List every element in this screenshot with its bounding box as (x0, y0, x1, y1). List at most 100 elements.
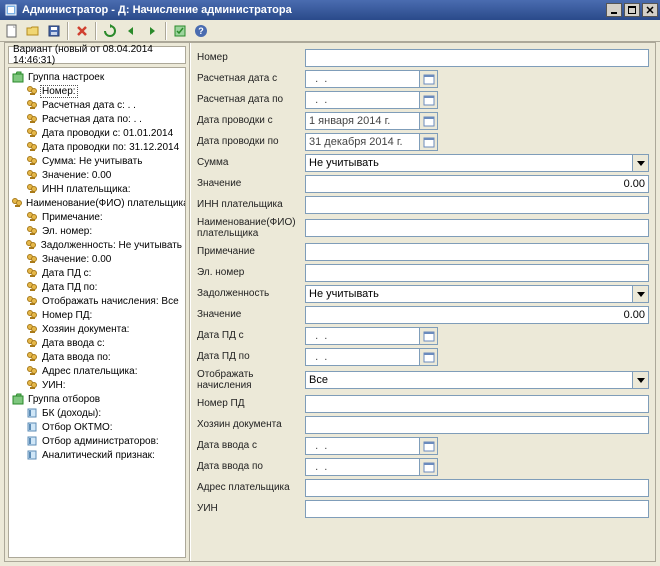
datapd-s-input[interactable] (305, 327, 420, 345)
tree-icon (25, 155, 39, 167)
toolbar-open-button[interactable] (23, 21, 43, 41)
tree-node[interactable]: Дата проводки с: 01.01.2014 (9, 126, 185, 140)
tree-node[interactable]: Дата ПД по: (9, 280, 185, 294)
fio-input[interactable] (305, 219, 649, 237)
tree-icon (25, 113, 39, 125)
tree-icon (25, 127, 39, 139)
calendar-icon[interactable] (420, 458, 438, 476)
chevron-down-icon[interactable] (633, 154, 649, 172)
tree-node[interactable]: Расчетная дата по: . . (9, 112, 185, 126)
otobr-combo[interactable] (305, 371, 633, 389)
datapd-po-label: Дата ПД по (197, 351, 305, 362)
tree-icon (11, 393, 25, 405)
tree-node[interactable]: Дата ввода с: (9, 336, 185, 350)
tree-label: Задолженность: Не учитывать (40, 240, 183, 251)
uin-label: УИН (197, 503, 305, 514)
tree-label: Адрес плательщика: (41, 366, 139, 377)
znach1-label: Значение (197, 178, 305, 189)
znach2-label: Значение (197, 309, 305, 320)
tree-node[interactable]: Примечание: (9, 210, 185, 224)
tree-node[interactable]: Дата ПД с: (9, 266, 185, 280)
tree-node[interactable]: Номер: (9, 84, 185, 98)
tree-node[interactable]: Аналитический признак: (9, 448, 185, 462)
vvod-s-input[interactable] (305, 437, 420, 455)
tree-node[interactable]: Группа отборов (9, 392, 185, 406)
calendar-icon[interactable] (420, 133, 438, 151)
tree-node[interactable]: Эл. номер: (9, 224, 185, 238)
enomer-input[interactable] (305, 264, 649, 282)
toolbar-save-button[interactable] (44, 21, 64, 41)
summa-combo[interactable] (305, 154, 633, 172)
calendar-icon[interactable] (420, 112, 438, 130)
provodka-po-input[interactable] (305, 133, 420, 151)
nomer-input[interactable] (305, 49, 649, 67)
tree-node[interactable]: Наименование(ФИО) плательщика: (9, 196, 185, 210)
chevron-down-icon[interactable] (633, 371, 649, 389)
toolbar-delete-button[interactable] (72, 21, 92, 41)
datapd-po-input[interactable] (305, 348, 420, 366)
calendar-icon[interactable] (420, 348, 438, 366)
raschet-po-input[interactable] (305, 91, 420, 109)
toolbar-new-button[interactable] (2, 21, 22, 41)
tree-node[interactable]: ИНН плательщика: (9, 182, 185, 196)
minimize-button[interactable] (606, 3, 622, 17)
toolbar-next-button[interactable] (142, 21, 162, 41)
tree-icon (25, 169, 39, 181)
tree-icon (25, 449, 39, 461)
provodka-s-label: Дата проводки с (197, 115, 305, 126)
chevron-down-icon[interactable] (633, 285, 649, 303)
tree-icon (25, 253, 39, 265)
toolbar-prev-button[interactable] (121, 21, 141, 41)
tree-node[interactable]: Отображать начисления: Все (9, 294, 185, 308)
toolbar-export-button[interactable] (170, 21, 190, 41)
inn-input[interactable] (305, 196, 649, 214)
tree-node[interactable]: Адрес плательщика: (9, 364, 185, 378)
tree-node[interactable]: УИН: (9, 378, 185, 392)
prim-input[interactable] (305, 243, 649, 261)
tree-node[interactable]: Хозяин документа: (9, 322, 185, 336)
client-area: Вариант (новый от 08.04.2014 14:46:31) Г… (4, 42, 656, 562)
tree-node[interactable]: Расчетная дата с: . . (9, 98, 185, 112)
hozyain-input[interactable] (305, 416, 649, 434)
tree-label: Группа настроек (27, 72, 105, 83)
znach2-input[interactable] (305, 306, 649, 324)
tree-node[interactable]: Номер ПД: (9, 308, 185, 322)
tree-label: Значение: 0.00 (41, 254, 112, 265)
tree-icon (25, 211, 39, 223)
datapd-s-label: Дата ПД с (197, 330, 305, 341)
variant-field[interactable]: Вариант (новый от 08.04.2014 14:46:31) (8, 46, 186, 64)
nomer-label: Номер (197, 52, 305, 63)
settings-tree[interactable]: Группа настроекНомер: Расчетная дата с: .… (8, 67, 186, 558)
tree-label: Хозяин документа: (41, 324, 130, 335)
zadol-combo[interactable] (305, 285, 633, 303)
calendar-icon[interactable] (420, 437, 438, 455)
nomerpd-input[interactable] (305, 395, 649, 413)
maximize-button[interactable] (624, 3, 640, 17)
tree-label: Дата ПД по: (41, 282, 98, 293)
vvod-po-input[interactable] (305, 458, 420, 476)
raschet-s-input[interactable] (305, 70, 420, 88)
adres-input[interactable] (305, 479, 649, 497)
close-button[interactable] (642, 3, 658, 17)
tree-node[interactable]: Группа настроек (9, 70, 185, 84)
calendar-icon[interactable] (420, 91, 438, 109)
tree-node[interactable]: БК (доходы): (9, 406, 185, 420)
znach1-input[interactable] (305, 175, 649, 193)
toolbar-help-button[interactable]: ? (191, 21, 211, 41)
provodka-s-input[interactable] (305, 112, 420, 130)
adres-label: Адрес плательщика (197, 482, 305, 493)
tree-node[interactable]: Отбор администраторов: (9, 434, 185, 448)
toolbar: ? (0, 20, 660, 42)
tree-node[interactable]: Значение: 0.00 (9, 252, 185, 266)
tree-node[interactable]: Задолженность: Не учитывать (9, 238, 185, 252)
tree-node[interactable]: Отбор ОКТМО: (9, 420, 185, 434)
calendar-icon[interactable] (420, 327, 438, 345)
uin-input[interactable] (305, 500, 649, 518)
tree-node[interactable]: Дата ввода по: (9, 350, 185, 364)
calendar-icon[interactable] (420, 70, 438, 88)
tree-label: Расчетная дата с: . . (41, 100, 137, 111)
tree-node[interactable]: Дата проводки по: 31.12.2014 (9, 140, 185, 154)
tree-node[interactable]: Значение: 0.00 (9, 168, 185, 182)
tree-node[interactable]: Сумма: Не учитывать (9, 154, 185, 168)
toolbar-refresh-button[interactable] (100, 21, 120, 41)
